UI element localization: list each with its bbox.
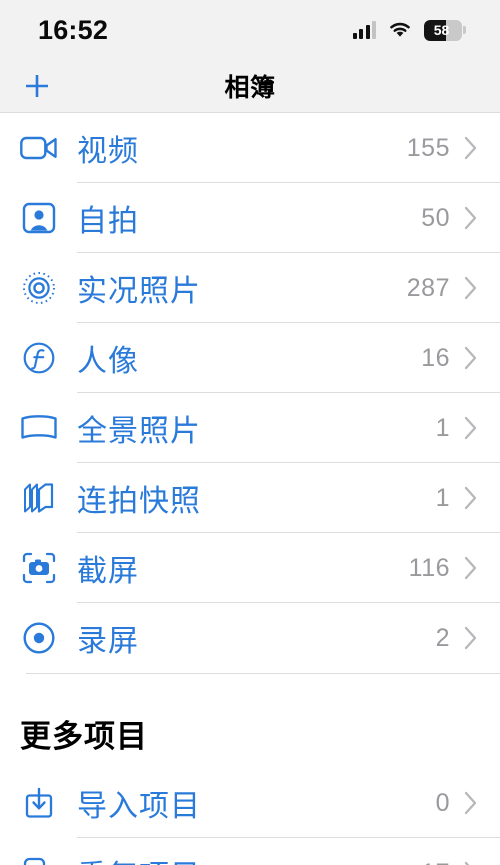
list-item-screen-recordings[interactable]: 录屏 2 — [0, 603, 500, 673]
list-item-label: 重复项目 — [77, 851, 421, 865]
list-item-duplicates[interactable]: 重复项目 17 — [0, 838, 500, 865]
add-album-button[interactable] — [20, 69, 54, 103]
status-bar: 16:52 58 — [0, 0, 500, 60]
list-item-count: 155 — [406, 133, 450, 162]
chevron-right-icon — [464, 556, 478, 580]
list-item-count: 17 — [421, 859, 450, 865]
chevron-right-icon — [464, 486, 478, 510]
burst-icon — [17, 476, 61, 520]
list-item-label: 实况照片 — [77, 275, 201, 308]
list-item-portrait[interactable]: 人像 16 — [0, 323, 500, 393]
section-header-more-items: 更多项目 — [20, 719, 148, 754]
more-items-list: 导入项目 0 重复项目 17 — [0, 768, 500, 865]
list-item-count: 1 — [435, 413, 450, 442]
import-tray-icon — [17, 781, 61, 825]
list-item-count: 116 — [408, 553, 450, 582]
list-item-selfies[interactable]: 自拍 50 — [0, 183, 500, 253]
list-item-label: 人像 — [77, 345, 139, 378]
battery-cap-icon — [463, 26, 466, 34]
chevron-right-icon — [464, 791, 478, 815]
status-time: 16:52 — [38, 14, 109, 45]
wifi-icon — [388, 21, 412, 39]
nav-bar: 相簿 — [0, 60, 500, 113]
list-item-label: 连拍快照 — [77, 485, 201, 518]
list-item-count: 1 — [435, 483, 450, 512]
portrait-fstop-icon — [17, 336, 61, 380]
plus-icon — [26, 75, 48, 97]
live-photo-icon — [17, 266, 61, 310]
screenshot-icon — [17, 546, 61, 590]
list-item-label: 录屏 — [77, 625, 139, 658]
list-item-imports[interactable]: 导入项目 0 — [0, 768, 500, 838]
chevron-right-icon — [464, 861, 478, 865]
selfie-person-icon — [17, 196, 61, 240]
battery-indicator: 58 — [424, 19, 466, 41]
section-gap — [0, 673, 500, 711]
battery-percent: 58 — [433, 21, 450, 38]
chevron-right-icon — [464, 206, 478, 230]
list-item-label: 自拍 — [77, 205, 139, 238]
list-item-videos[interactable]: 视频 155 — [0, 113, 500, 183]
status-indicators: 58 — [352, 19, 466, 41]
list-item-count: 50 — [421, 203, 450, 232]
section-top-rule — [26, 673, 500, 674]
list-item-label: 导入项目 — [77, 790, 201, 823]
list-item-live-photos[interactable]: 实况照片 287 — [0, 253, 500, 323]
chevron-right-icon — [464, 416, 478, 440]
list-item-count: 287 — [406, 273, 450, 302]
chevron-right-icon — [464, 626, 478, 650]
chevron-right-icon — [464, 346, 478, 370]
screen-recording-icon — [17, 616, 61, 660]
list-item-count: 2 — [435, 623, 450, 652]
chevron-right-icon — [464, 276, 478, 300]
page-title: 相簿 — [224, 74, 276, 102]
list-item-count: 0 — [435, 788, 450, 817]
photos-albums-screen: 16:52 58 相簿 视频 155 自拍 50 实况照片 287 人像 16 … — [0, 0, 500, 865]
media-types-list: 视频 155 自拍 50 实况照片 287 人像 16 全景照片 1 连拍快照 … — [0, 113, 500, 673]
list-item-count: 16 — [421, 343, 450, 372]
chevron-right-icon — [464, 136, 478, 160]
list-item-label: 截屏 — [77, 555, 139, 588]
list-item-label: 全景照片 — [77, 415, 201, 448]
battery-icon: 58 — [424, 19, 462, 41]
duplicate-icon — [17, 851, 61, 865]
panorama-icon — [17, 406, 61, 450]
list-item-screenshots[interactable]: 截屏 116 — [0, 533, 500, 603]
list-item-bursts[interactable]: 连拍快照 1 — [0, 463, 500, 533]
cellular-bars-icon — [352, 21, 376, 39]
list-item-panoramas[interactable]: 全景照片 1 — [0, 393, 500, 463]
video-camera-icon — [17, 126, 61, 170]
list-item-label: 视频 — [77, 135, 139, 168]
